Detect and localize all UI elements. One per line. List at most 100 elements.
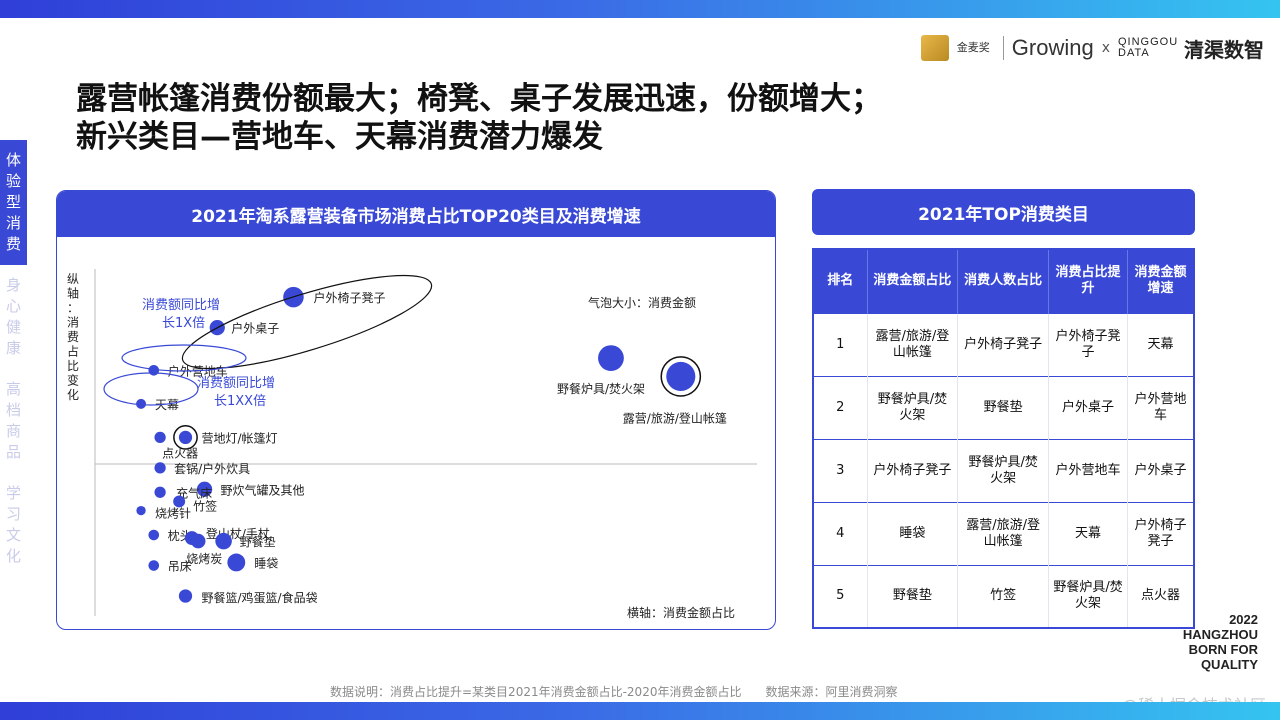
rank-cell: 4 (813, 501, 868, 565)
bubble-point (666, 361, 696, 391)
event-tagline: 2022 HANGZHOU BORN FOR QUALITY (1183, 612, 1258, 672)
ranking-table-head: 排名 消费金额占比 消费人数占比 消费占比提升 消费金额增速 (813, 249, 1194, 313)
bubble-label: 点火器 (162, 446, 198, 460)
logo-divider (1002, 36, 1004, 60)
bubble-label: 野炊气罐及其他 (221, 482, 305, 497)
side-nav-item-3[interactable]: 学习文化 (0, 473, 27, 577)
table-cell: 户外椅子凳子 (957, 312, 1050, 376)
tagline-line: QUALITY (1200, 657, 1258, 672)
bubble-label: 吊床 (168, 560, 192, 574)
bubble-point (154, 431, 166, 444)
bubble-label: 露营/旅游/登山帐篷 (623, 410, 727, 425)
bubble-point (136, 505, 146, 516)
bubble-point (154, 462, 166, 474)
bubble-label: 营地灯/帐篷灯 (202, 430, 278, 445)
table-cell: 户外营地车 (1127, 375, 1194, 439)
y-axis-label-char: 消 (67, 316, 79, 330)
table-cell: 户外椅子凳子 (867, 438, 959, 502)
bubble-point (190, 533, 206, 549)
table-cell: 户外桌子 (1127, 438, 1194, 502)
highlight-ellipse-blue (103, 372, 199, 406)
rank-cell: 3 (813, 438, 868, 502)
column-header: 消费金额增速 (1127, 249, 1194, 313)
table-cell: 野餐垫 (957, 375, 1050, 439)
bubble-chart-panel: 2021年淘系露营装备市场消费占比TOP20类目及消费增速 纵轴：消费占比变化横… (56, 190, 776, 630)
growth-note-1xx-line2: 长1XX倍 (214, 394, 266, 409)
bubble-point (178, 589, 193, 603)
bubble-label: 套锅/户外炊具 (174, 461, 250, 476)
growth-note-1x: 消费额同比增 (142, 298, 220, 313)
table-cell: 野餐炉具/焚火架 (957, 438, 1050, 502)
y-axis-label-char: 比 (67, 359, 79, 373)
bubble-label: 户外桌子 (231, 321, 279, 336)
table-row: 4 睡袋 露营/旅游/登山帐篷 天幕 户外椅子凳子 (813, 501, 1194, 565)
logo-qinggou: QINGGOU DATA (1118, 36, 1179, 59)
side-nav-item-2[interactable]: 高档商品 (0, 369, 27, 473)
logo-x: x (1101, 40, 1110, 56)
bubble-point (154, 486, 166, 498)
table-cell: 竹签 (957, 564, 1050, 628)
bubble-chart: 纵轴：消费占比变化横轴：消费金额占比气泡大小：消费金额消费额同比增长1X倍消费额… (67, 269, 757, 620)
table-cell: 野餐垫 (867, 564, 959, 628)
y-axis-label-char: 纵 (67, 272, 79, 286)
column-header: 排名 (813, 249, 868, 313)
brand-logos: 金麦奖 Growing x QINGGOU DATA 清渠数智 (920, 32, 1264, 64)
table-row: 1 露营/旅游/登山帐篷 户外椅子凳子 户外椅子凳子 天幕 (813, 312, 1194, 376)
bubble-point (148, 560, 160, 571)
bottom-accent-bar (0, 702, 1280, 720)
table-cell: 野餐炉具/焚火架 (867, 375, 959, 439)
table-cell: 户外桌子 (1048, 375, 1129, 439)
y-axis-label-char: 占 (67, 344, 79, 359)
page-title: 露营帐篷消费份额最大；椅凳、桌子发展迅速，份额增大； 新兴类目—营地车、天幕消费… (76, 80, 882, 156)
table-row: 5 野餐垫 竹签 野餐炉具/焚火架 点火器 (813, 564, 1194, 628)
y-axis-label-char: 费 (67, 330, 79, 344)
bubble-label: 睡袋 (254, 556, 278, 570)
bubble-point (227, 553, 246, 572)
table-cell: 天幕 (1127, 312, 1194, 376)
side-nav-item-1[interactable]: 身心健康 (0, 265, 27, 369)
table-cell: 户外椅子凳子 (1048, 312, 1129, 376)
bubble-label: 烧烤针 (155, 506, 191, 521)
title-line-2: 新兴类目—营地车、天幕消费潜力爆发 (76, 119, 603, 155)
table-cell: 睡袋 (867, 501, 959, 565)
bubble-point (178, 430, 193, 445)
logo-qingqu: 清渠数智 (1184, 37, 1264, 62)
table-cell: 户外椅子凳子 (1127, 501, 1194, 565)
logo-growing: Growing (1011, 35, 1094, 60)
data-note: 数据说明：消费占比提升=某类目2021年消费金额占比-2020年消费金额占比 (330, 685, 742, 699)
bubble-label: 竹签 (193, 498, 217, 513)
table-cell: 户外营地车 (1048, 438, 1129, 502)
bubble-label: 野餐炉具/焚火架 (557, 381, 645, 396)
table-cell: 露营/旅游/登山帐篷 (957, 501, 1050, 565)
rank-cell: 5 (813, 564, 868, 628)
growth-note-1x-line2: 长1X倍 (162, 316, 205, 331)
table-row: 3 户外椅子凳子 野餐炉具/焚火架 户外营地车 户外桌子 (813, 438, 1194, 502)
y-axis-label-char: ： (67, 301, 79, 315)
ranking-table: 排名 消费金额占比 消费人数占比 消费占比提升 消费金额增速 1 露营/旅游/登山帐篷 户外… (812, 248, 1195, 629)
x-axis-label: 横轴：消费金额占比 (627, 605, 735, 620)
bubble-point (148, 529, 160, 541)
bubble-point (215, 532, 232, 550)
logo-jinmai-text: 金麦奖 (956, 41, 990, 54)
table-cell: 天幕 (1048, 501, 1129, 565)
bubble-point (598, 345, 624, 371)
tagline-line: BORN FOR (1188, 642, 1258, 657)
bubble-label: 野餐篮/鸡蛋篮/食品袋 (202, 590, 318, 605)
y-axis-label-char: 轴 (67, 286, 79, 301)
title-line-1: 露营帐篷消费份额最大；椅凳、桌子发展迅速，份额增大； (76, 81, 882, 117)
bubble-size-note: 气泡大小：消费金额 (588, 295, 696, 310)
jinmai-award-logo-icon (920, 35, 949, 61)
column-header: 消费人数占比 (957, 249, 1050, 313)
column-header: 消费占比提升 (1048, 249, 1129, 313)
table-row: 2 野餐炉具/焚火架 野餐垫 户外桌子 户外营地车 (813, 375, 1194, 439)
side-nav-item-0[interactable]: 体验型消费 (0, 140, 27, 265)
table-cell: 野餐炉具/焚火架 (1048, 564, 1129, 628)
ranking-header: 2021年TOP消费类目 (812, 189, 1195, 235)
tagline-line: HANGZHOU (1182, 627, 1258, 642)
rank-cell: 1 (813, 312, 868, 376)
side-nav: 体验型消费身心健康高档商品学习文化 (0, 140, 27, 577)
bubble-label: 户外椅子凳子 (313, 290, 385, 305)
rank-cell: 2 (813, 375, 868, 439)
tagline-line: 2022 (1229, 612, 1258, 627)
column-header: 消费金额占比 (867, 249, 959, 313)
